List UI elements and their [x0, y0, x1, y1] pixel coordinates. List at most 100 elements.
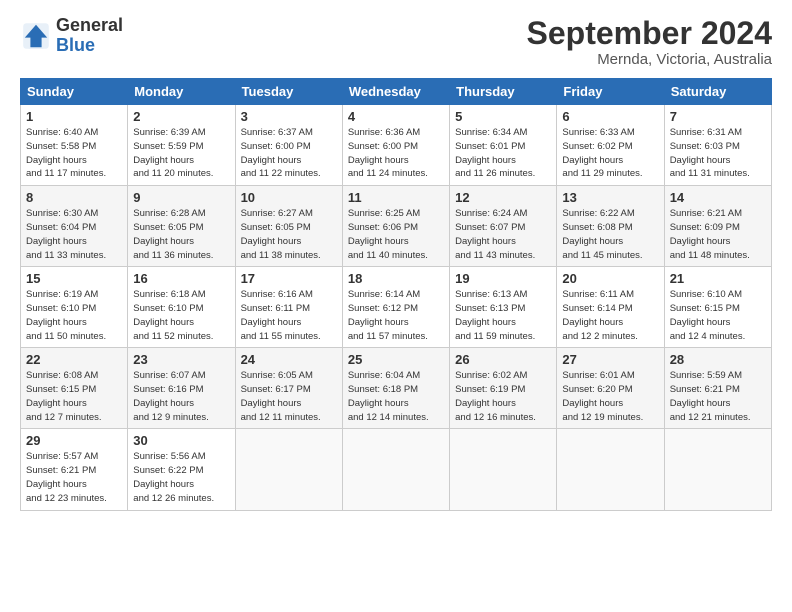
day-number: 10 — [241, 190, 337, 205]
day-number: 21 — [670, 271, 766, 286]
table-row: 7 Sunrise: 6:31 AM Sunset: 6:03 PM Dayli… — [664, 105, 771, 186]
day-number: 20 — [562, 271, 658, 286]
day-number: 14 — [670, 190, 766, 205]
table-row: 22 Sunrise: 6:08 AM Sunset: 6:15 PM Dayl… — [21, 348, 128, 429]
day-info: Sunrise: 5:57 AM Sunset: 6:21 PM Dayligh… — [26, 450, 122, 505]
table-row: 10 Sunrise: 6:27 AM Sunset: 6:05 PM Dayl… — [235, 186, 342, 267]
table-row: 18 Sunrise: 6:14 AM Sunset: 6:12 PM Dayl… — [342, 267, 449, 348]
table-row: 15 Sunrise: 6:19 AM Sunset: 6:10 PM Dayl… — [21, 267, 128, 348]
day-info: Sunrise: 6:10 AM Sunset: 6:15 PM Dayligh… — [670, 288, 766, 343]
day-number: 1 — [26, 109, 122, 124]
table-row: 4 Sunrise: 6:36 AM Sunset: 6:00 PM Dayli… — [342, 105, 449, 186]
table-row: 19 Sunrise: 6:13 AM Sunset: 6:13 PM Dayl… — [450, 267, 557, 348]
day-info: Sunrise: 6:16 AM Sunset: 6:11 PM Dayligh… — [241, 288, 337, 343]
day-number: 24 — [241, 352, 337, 367]
title-block: September 2024 Mernda, Victoria, Austral… — [527, 16, 772, 68]
col-sunday: Sunday — [21, 79, 128, 105]
table-row: 5 Sunrise: 6:34 AM Sunset: 6:01 PM Dayli… — [450, 105, 557, 186]
day-info: Sunrise: 6:24 AM Sunset: 6:07 PM Dayligh… — [455, 207, 551, 262]
table-row: 24 Sunrise: 6:05 AM Sunset: 6:17 PM Dayl… — [235, 348, 342, 429]
calendar-header-row: Sunday Monday Tuesday Wednesday Thursday… — [21, 79, 772, 105]
day-info: Sunrise: 6:39 AM Sunset: 5:59 PM Dayligh… — [133, 126, 229, 181]
day-number: 28 — [670, 352, 766, 367]
table-row — [664, 429, 771, 510]
day-number: 3 — [241, 109, 337, 124]
day-number: 6 — [562, 109, 658, 124]
day-info: Sunrise: 6:11 AM Sunset: 6:14 PM Dayligh… — [562, 288, 658, 343]
table-row: 26 Sunrise: 6:02 AM Sunset: 6:19 PM Dayl… — [450, 348, 557, 429]
day-info: Sunrise: 6:08 AM Sunset: 6:15 PM Dayligh… — [26, 369, 122, 424]
logo-icon — [20, 20, 52, 52]
day-info: Sunrise: 6:28 AM Sunset: 6:05 PM Dayligh… — [133, 207, 229, 262]
table-row: 30 Sunrise: 5:56 AM Sunset: 6:22 PM Dayl… — [128, 429, 235, 510]
col-saturday: Saturday — [664, 79, 771, 105]
col-friday: Friday — [557, 79, 664, 105]
day-info: Sunrise: 6:22 AM Sunset: 6:08 PM Dayligh… — [562, 207, 658, 262]
page: General Blue September 2024 Mernda, Vict… — [0, 0, 792, 612]
day-info: Sunrise: 6:05 AM Sunset: 6:17 PM Dayligh… — [241, 369, 337, 424]
table-row: 23 Sunrise: 6:07 AM Sunset: 6:16 PM Dayl… — [128, 348, 235, 429]
day-number: 25 — [348, 352, 444, 367]
day-info: Sunrise: 5:59 AM Sunset: 6:21 PM Dayligh… — [670, 369, 766, 424]
table-row: 6 Sunrise: 6:33 AM Sunset: 6:02 PM Dayli… — [557, 105, 664, 186]
table-row: 1 Sunrise: 6:40 AM Sunset: 5:58 PM Dayli… — [21, 105, 128, 186]
col-thursday: Thursday — [450, 79, 557, 105]
day-number: 2 — [133, 109, 229, 124]
day-info: Sunrise: 6:27 AM Sunset: 6:05 PM Dayligh… — [241, 207, 337, 262]
logo-blue-text: Blue — [56, 36, 123, 56]
day-number: 15 — [26, 271, 122, 286]
day-number: 30 — [133, 433, 229, 448]
table-row: 21 Sunrise: 6:10 AM Sunset: 6:15 PM Dayl… — [664, 267, 771, 348]
col-wednesday: Wednesday — [342, 79, 449, 105]
day-number: 27 — [562, 352, 658, 367]
table-row — [450, 429, 557, 510]
table-row: 9 Sunrise: 6:28 AM Sunset: 6:05 PM Dayli… — [128, 186, 235, 267]
day-number: 18 — [348, 271, 444, 286]
logo: General Blue — [20, 16, 123, 56]
table-row: 11 Sunrise: 6:25 AM Sunset: 6:06 PM Dayl… — [342, 186, 449, 267]
day-info: Sunrise: 6:14 AM Sunset: 6:12 PM Dayligh… — [348, 288, 444, 343]
day-number: 16 — [133, 271, 229, 286]
logo-text: General Blue — [56, 16, 123, 56]
table-row: 3 Sunrise: 6:37 AM Sunset: 6:00 PM Dayli… — [235, 105, 342, 186]
day-info: Sunrise: 6:33 AM Sunset: 6:02 PM Dayligh… — [562, 126, 658, 181]
day-info: Sunrise: 6:07 AM Sunset: 6:16 PM Dayligh… — [133, 369, 229, 424]
day-number: 5 — [455, 109, 551, 124]
day-number: 12 — [455, 190, 551, 205]
table-row: 16 Sunrise: 6:18 AM Sunset: 6:10 PM Dayl… — [128, 267, 235, 348]
table-row: 14 Sunrise: 6:21 AM Sunset: 6:09 PM Dayl… — [664, 186, 771, 267]
day-info: Sunrise: 6:30 AM Sunset: 6:04 PM Dayligh… — [26, 207, 122, 262]
day-info: Sunrise: 6:36 AM Sunset: 6:00 PM Dayligh… — [348, 126, 444, 181]
day-number: 19 — [455, 271, 551, 286]
day-info: Sunrise: 6:31 AM Sunset: 6:03 PM Dayligh… — [670, 126, 766, 181]
day-number: 17 — [241, 271, 337, 286]
col-tuesday: Tuesday — [235, 79, 342, 105]
table-row: 8 Sunrise: 6:30 AM Sunset: 6:04 PM Dayli… — [21, 186, 128, 267]
table-row: 27 Sunrise: 6:01 AM Sunset: 6:20 PM Dayl… — [557, 348, 664, 429]
day-info: Sunrise: 5:56 AM Sunset: 6:22 PM Dayligh… — [133, 450, 229, 505]
table-row: 17 Sunrise: 6:16 AM Sunset: 6:11 PM Dayl… — [235, 267, 342, 348]
day-info: Sunrise: 6:37 AM Sunset: 6:00 PM Dayligh… — [241, 126, 337, 181]
table-row: 29 Sunrise: 5:57 AM Sunset: 6:21 PM Dayl… — [21, 429, 128, 510]
day-number: 29 — [26, 433, 122, 448]
table-row: 13 Sunrise: 6:22 AM Sunset: 6:08 PM Dayl… — [557, 186, 664, 267]
day-number: 8 — [26, 190, 122, 205]
table-row — [235, 429, 342, 510]
table-row — [557, 429, 664, 510]
table-row: 20 Sunrise: 6:11 AM Sunset: 6:14 PM Dayl… — [557, 267, 664, 348]
day-number: 13 — [562, 190, 658, 205]
day-number: 7 — [670, 109, 766, 124]
table-row: 2 Sunrise: 6:39 AM Sunset: 5:59 PM Dayli… — [128, 105, 235, 186]
table-row — [342, 429, 449, 510]
day-info: Sunrise: 6:25 AM Sunset: 6:06 PM Dayligh… — [348, 207, 444, 262]
day-number: 22 — [26, 352, 122, 367]
table-row: 12 Sunrise: 6:24 AM Sunset: 6:07 PM Dayl… — [450, 186, 557, 267]
day-info: Sunrise: 6:01 AM Sunset: 6:20 PM Dayligh… — [562, 369, 658, 424]
header: General Blue September 2024 Mernda, Vict… — [20, 16, 772, 68]
day-info: Sunrise: 6:40 AM Sunset: 5:58 PM Dayligh… — [26, 126, 122, 181]
day-info: Sunrise: 6:02 AM Sunset: 6:19 PM Dayligh… — [455, 369, 551, 424]
table-row: 28 Sunrise: 5:59 AM Sunset: 6:21 PM Dayl… — [664, 348, 771, 429]
day-number: 26 — [455, 352, 551, 367]
day-info: Sunrise: 6:21 AM Sunset: 6:09 PM Dayligh… — [670, 207, 766, 262]
day-number: 11 — [348, 190, 444, 205]
